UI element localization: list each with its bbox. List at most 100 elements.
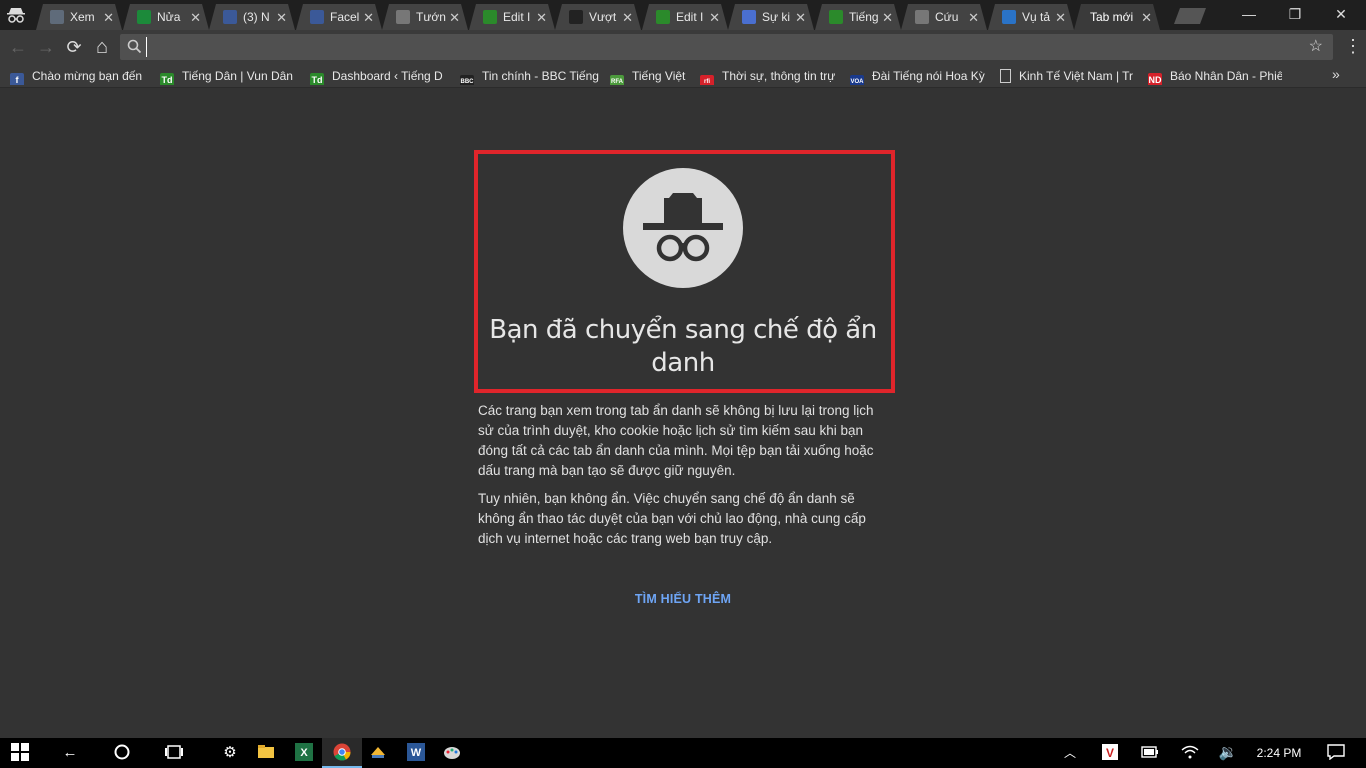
bookmark-item[interactable]: Td Tiếng Dân | Vun Dân <box>160 67 294 85</box>
tab-title: Tiếng <box>849 10 879 24</box>
close-tab-icon[interactable]: ✕ <box>1141 7 1152 29</box>
paint-icon[interactable] <box>432 738 472 768</box>
tab-title: Edit I <box>676 10 704 24</box>
cortana-icon[interactable] <box>102 738 142 768</box>
toolbar: ← → ⟳ ⌂ ☆ <box>0 30 1366 64</box>
tab-10[interactable]: Cứu ✕ <box>901 4 987 30</box>
tab-6[interactable]: Vượt ✕ <box>555 4 641 30</box>
close-tab-icon[interactable]: ✕ <box>709 7 720 29</box>
bookmark-label: Dashboard ‹ Tiếng D <box>332 69 443 83</box>
close-tab-icon[interactable]: ✕ <box>1055 7 1066 29</box>
tab-title: Tab mới <box>1090 10 1134 24</box>
menu-button[interactable]: ⋮ <box>1344 36 1362 57</box>
tab-5[interactable]: Edit I ✕ <box>469 4 555 30</box>
close-tab-icon[interactable]: ✕ <box>449 7 460 29</box>
tab-0[interactable]: Xem ✕ <box>36 4 122 30</box>
bookmark-item[interactable]: RFA Tiếng Việt <box>610 67 692 85</box>
bookmark-item[interactable]: BBC Tin chính - BBC Tiếng <box>460 67 600 85</box>
close-tab-icon[interactable]: ✕ <box>795 7 806 29</box>
close-window-button[interactable]: ✕ <box>1318 0 1364 30</box>
task-view-icon[interactable] <box>154 738 194 768</box>
tab-9[interactable]: Tiếng ✕ <box>815 4 901 30</box>
bookmark-item[interactable]: Td Dashboard ‹ Tiếng D <box>310 67 450 85</box>
reload-button[interactable]: ⟳ <box>62 36 86 58</box>
back-icon[interactable]: ← <box>50 738 90 768</box>
close-tab-icon[interactable]: ✕ <box>968 7 979 29</box>
app-icon[interactable] <box>358 738 398 768</box>
globe-icon <box>50 10 64 24</box>
minimize-button[interactable]: — <box>1226 0 1272 30</box>
tab-title: Cứu <box>935 10 959 24</box>
bookmark-label: Thời sự, thông tin trự <box>722 69 836 83</box>
tab-title: Vượt <box>589 10 617 24</box>
td-logo-icon <box>656 10 670 24</box>
page-icon <box>396 10 410 24</box>
clock[interactable]: 2:24 PM <box>1254 738 1304 768</box>
nd-icon: ND <box>1148 73 1162 85</box>
tab-3[interactable]: Facel ✕ <box>296 4 382 30</box>
excel-icon[interactable]: X <box>284 738 324 768</box>
forward-button[interactable]: → <box>34 36 58 58</box>
tab-title: Vụ tả <box>1022 10 1051 24</box>
svg-text:W: W <box>411 747 422 759</box>
search-input[interactable] <box>146 37 1286 57</box>
tab-2[interactable]: (3) N ✕ <box>209 4 295 30</box>
omnibox[interactable]: ☆ <box>120 34 1333 60</box>
tab-title: Facel <box>330 10 360 24</box>
bookmark-item[interactable]: Kinh Tế Việt Nam | Tr <box>1000 67 1134 85</box>
svg-text:X: X <box>300 747 308 759</box>
word-icon[interactable]: W <box>396 738 436 768</box>
tab-8[interactable]: Sự ki ✕ <box>728 4 814 30</box>
bookmark-item[interactable]: f Chào mừng bạn đến <box>10 67 144 85</box>
td-logo-icon: Td <box>160 73 174 85</box>
bookmark-item[interactable]: rfi Thời sự, thông tin trự <box>700 67 838 85</box>
tab-title: (3) N <box>243 10 270 24</box>
file-explorer-icon[interactable] <box>246 738 286 768</box>
restore-button[interactable]: ❐ <box>1272 0 1318 30</box>
td-logo-icon: Td <box>310 73 324 85</box>
bookmark-star-icon[interactable]: ☆ <box>1309 36 1323 56</box>
close-tab-icon[interactable]: ✕ <box>882 7 893 29</box>
wifi-icon[interactable] <box>1170 738 1210 768</box>
d-letter-icon <box>137 10 151 24</box>
incognito-warning: Tuy nhiên, bạn không ẩn. Việc chuyển san… <box>478 491 866 546</box>
bookmark-item[interactable]: ND Báo Nhân Dân - Phiê <box>1148 67 1282 85</box>
tray-app-icon[interactable]: V <box>1090 738 1130 768</box>
site-icon <box>569 10 583 24</box>
bookmarks-overflow-button[interactable]: » <box>1332 66 1340 82</box>
facebook-icon: f <box>10 73 24 85</box>
incognito-description: Các trang bạn xem trong tab ẩn danh sẽ k… <box>478 403 874 478</box>
close-tab-icon[interactable]: ✕ <box>103 7 114 29</box>
settings-icon[interactable]: ⚙ <box>210 738 250 768</box>
close-tab-icon[interactable]: ✕ <box>536 7 547 29</box>
chrome-icon[interactable] <box>322 738 362 768</box>
close-tab-icon[interactable]: ✕ <box>276 7 287 29</box>
tab-4[interactable]: Tướn ✕ <box>382 4 468 30</box>
start-icon[interactable] <box>0 738 40 768</box>
back-button[interactable]: ← <box>6 36 30 58</box>
bookmark-label: Chào mừng bạn đến <box>32 69 143 83</box>
learn-more-link[interactable]: TÌM HIỂU THÊM <box>560 592 806 606</box>
close-tab-icon[interactable]: ✕ <box>622 7 633 29</box>
incognito-logo-icon <box>623 168 743 288</box>
tab-11[interactable]: Vụ tả ✕ <box>988 4 1074 30</box>
battery-icon[interactable] <box>1130 738 1170 768</box>
tab-12[interactable]: Tab mới ✕ <box>1074 4 1160 30</box>
new-tab-button[interactable] <box>1174 8 1206 24</box>
bookmark-item[interactable]: VOA Đài Tiếng nói Hoa Kỳ <box>850 67 988 85</box>
tab-1[interactable]: Nửa ✕ <box>123 4 209 30</box>
incognito-icon <box>7 8 25 23</box>
tab-strip: Xem ✕ Nửa ✕ (3) N ✕ Facel ✕ Tướn ✕ Edit I ✕ Vượt ✕ Edi… <box>0 0 1366 30</box>
show-hidden-icons[interactable]: ︿ <box>1050 738 1090 768</box>
arrow-logo-icon <box>1002 10 1016 24</box>
tab-7[interactable]: Edit I ✕ <box>642 4 728 30</box>
tab-title: Edit I <box>503 10 531 24</box>
close-tab-icon[interactable]: ✕ <box>190 7 201 29</box>
bookmark-label: Đài Tiếng nói Hoa Kỳ <box>872 69 985 83</box>
close-tab-icon[interactable]: ✕ <box>363 7 374 29</box>
notifications-icon[interactable] <box>1316 738 1356 768</box>
volume-icon[interactable]: 🔉 <box>1208 738 1248 768</box>
home-button[interactable]: ⌂ <box>90 36 114 58</box>
taskbar: ← ⚙ X W ︿ V 🔉 2:24 PM <box>0 738 1366 768</box>
td-logo-icon <box>829 10 843 24</box>
